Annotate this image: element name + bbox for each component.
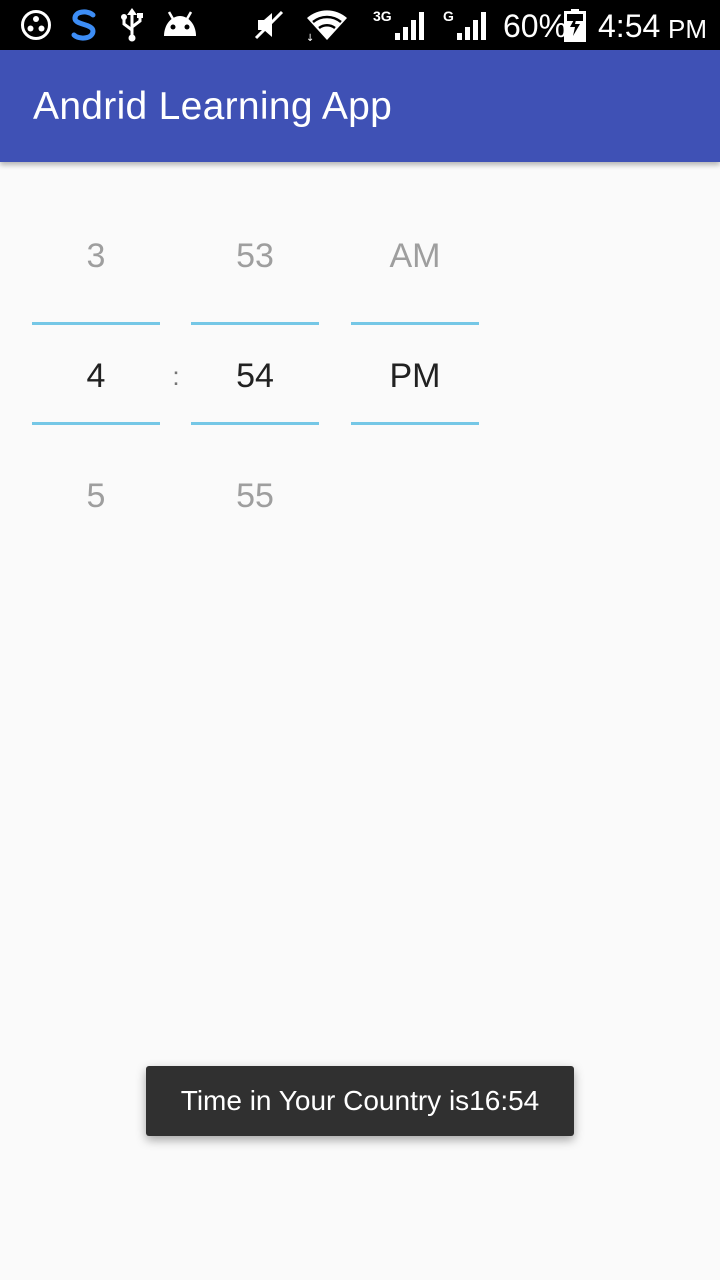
mute-icon: [252, 7, 286, 43]
minute-divider-top: [191, 322, 319, 325]
dots-icon: [20, 7, 52, 43]
usb-icon: [118, 7, 146, 43]
app-title: Andrid Learning App: [33, 85, 393, 128]
minute-current[interactable]: 54: [191, 356, 319, 396]
battery-charging-icon: [563, 7, 587, 43]
signal-3g-icon: [394, 7, 426, 43]
hour-prev[interactable]: 3: [32, 236, 160, 276]
app-bar: Andrid Learning App: [0, 50, 720, 162]
time-picker: 3 4 5 : 53 54 55 AM PM: [0, 162, 720, 582]
wifi-icon: ↓: [304, 7, 350, 43]
ampm-prev[interactable]: AM: [351, 236, 479, 276]
ampm-current[interactable]: PM: [351, 356, 479, 396]
hour-divider-bottom: [32, 422, 160, 425]
svg-text:↓: ↓: [306, 33, 314, 42]
android-icon: [160, 7, 200, 43]
status-clock-ampm: PM: [668, 14, 707, 44]
hour-current[interactable]: 4: [32, 356, 160, 396]
ampm-spinner[interactable]: AM PM: [351, 162, 479, 562]
toast-message: Time in Your Country is16:54: [180, 1085, 540, 1116]
battery-percent: 60%: [503, 8, 568, 44]
signal-g-icon: [456, 7, 488, 43]
hour-next[interactable]: 5: [32, 476, 160, 516]
status-clock: 4:54: [598, 8, 661, 44]
network-g-label: G: [443, 8, 454, 24]
hour-spinner[interactable]: 3 4 5: [32, 162, 160, 562]
s-app-icon: [66, 7, 102, 43]
network-3g-label: 3G: [373, 8, 392, 24]
minute-prev[interactable]: 53: [191, 236, 319, 276]
hour-divider-top: [32, 322, 160, 325]
toast: Time in Your Country is16:54: [146, 1066, 574, 1136]
status-bar: ↓ 3G G 60% 4:54 PM: [0, 0, 720, 50]
minute-divider-bottom: [191, 422, 319, 425]
minute-spinner[interactable]: 53 54 55: [191, 162, 319, 562]
ampm-divider-top: [351, 322, 479, 325]
minute-next[interactable]: 55: [191, 476, 319, 516]
time-separator: :: [172, 361, 180, 391]
ampm-divider-bottom: [351, 422, 479, 425]
